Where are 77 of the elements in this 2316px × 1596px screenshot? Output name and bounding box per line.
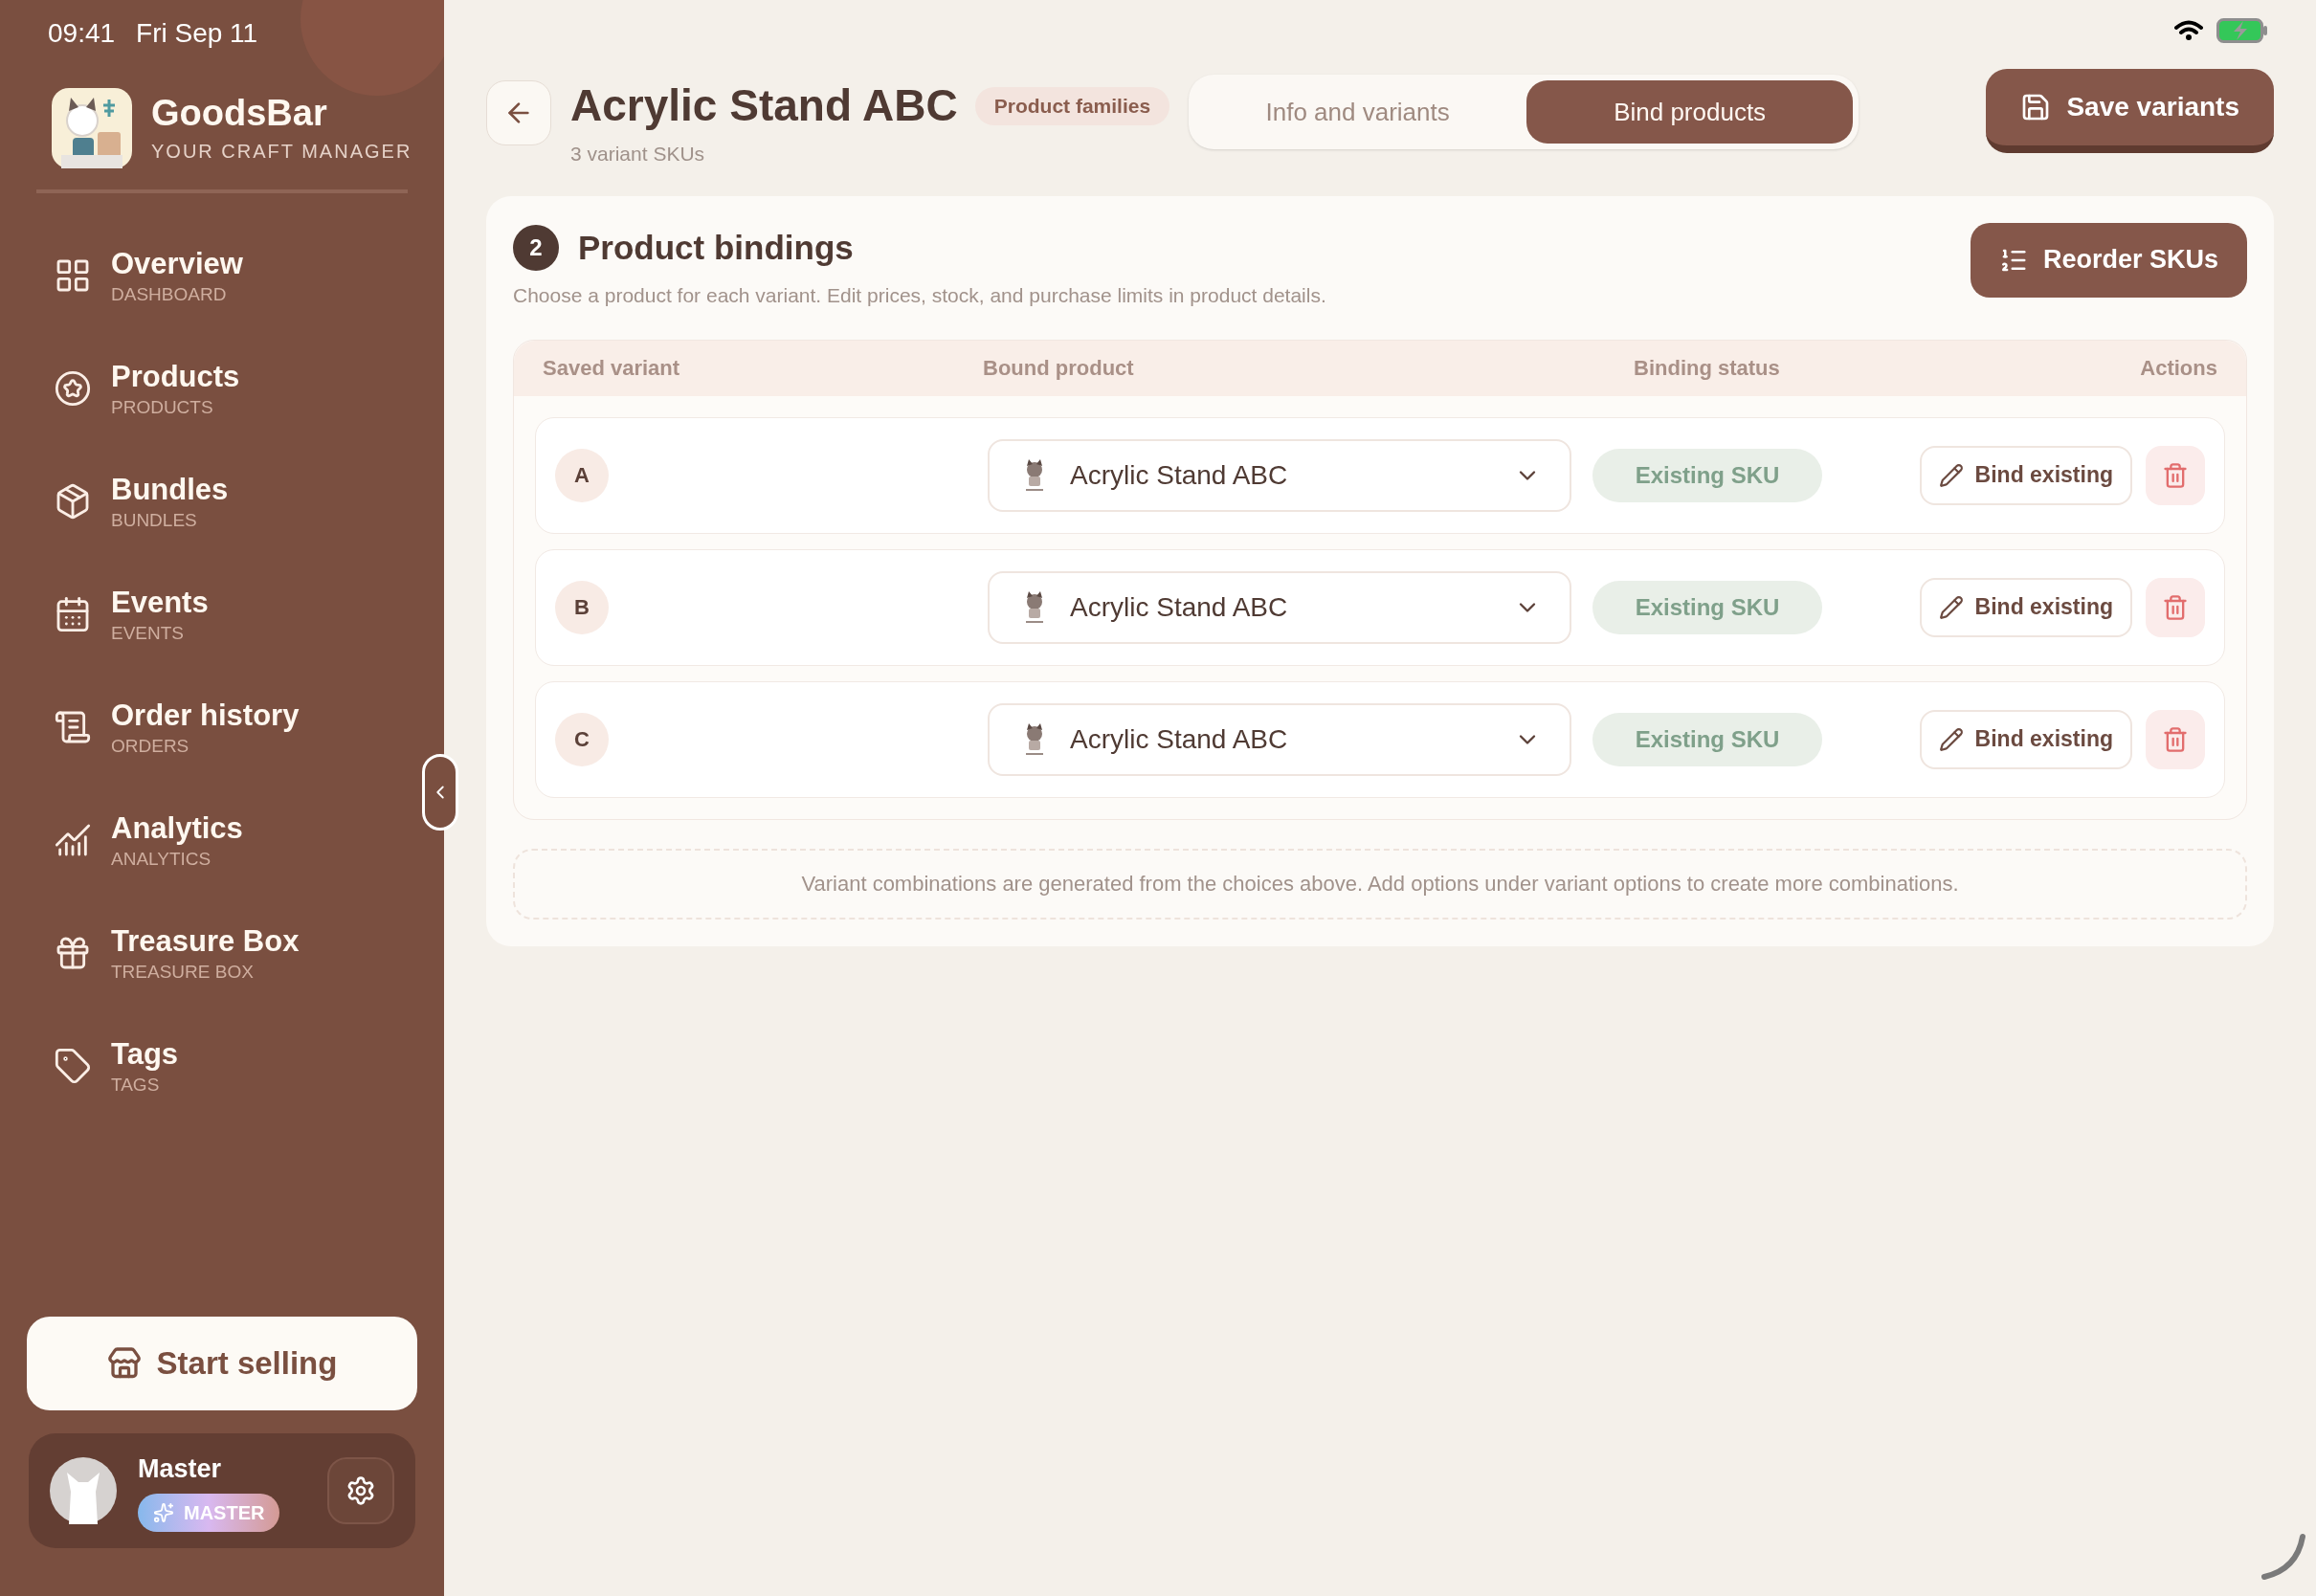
collapse-handle[interactable] <box>422 754 458 831</box>
nav-sublabel: TREASURE BOX <box>111 960 255 984</box>
column-header: Saved variant <box>543 355 680 382</box>
bind-existing-button[interactable]: Bind existing <box>1919 577 2132 637</box>
pencil-icon <box>1938 726 1964 752</box>
delete-button[interactable] <box>2146 445 2205 505</box>
page-subtitle: 3 variant SKUs <box>570 142 706 166</box>
nav-label: Treasure Box <box>111 922 300 960</box>
tag-icon <box>54 1047 92 1085</box>
reorder-skus-button[interactable]: Reorder SKUs <box>1970 222 2247 298</box>
nav-item[interactable]: Bundles BUNDLES <box>54 461 229 542</box>
section-description: Choose a product for each variant. Edit prices, stock, and purchase limits in product details. <box>513 283 1327 308</box>
nav-label: Tags <box>111 1035 179 1073</box>
sparkle-icon <box>153 1502 174 1524</box>
status-pill: Existing SKU <box>1592 712 1822 766</box>
variant-badge: B <box>555 580 609 634</box>
nav-item[interactable]: Products PRODUCTS <box>54 348 240 429</box>
nav-label: Bundles <box>111 471 229 508</box>
column-header: Binding status <box>1634 355 1780 382</box>
brand-tagline: YOUR CRAFT MANAGER <box>151 139 412 164</box>
bind-existing-button[interactable]: Bind existing <box>1919 709 2132 769</box>
nav-item[interactable]: Tags TAGS <box>54 1026 179 1106</box>
pencil-icon <box>1938 594 1964 620</box>
product-select[interactable]: Acrylic Stand ABC <box>988 702 1571 776</box>
product-select[interactable]: Acrylic Stand ABC <box>988 570 1571 644</box>
nav-sublabel: EVENTS <box>111 621 186 645</box>
nav-sublabel: PRODUCTS <box>111 395 214 419</box>
step-number: 2 <box>513 224 559 271</box>
nav-item[interactable]: Events EVENTS <box>54 574 209 654</box>
delete-button[interactable] <box>2146 577 2205 637</box>
nav-sublabel: TAGS <box>111 1073 161 1097</box>
section-title: Product bindings <box>578 227 854 268</box>
column-header: Bound product <box>983 355 1134 382</box>
status-date: Fri Sep 11 <box>136 17 258 50</box>
start-selling-button[interactable]: Start selling <box>27 1317 417 1410</box>
user-name: Master <box>138 1452 223 1485</box>
nav-label: Overview <box>111 245 243 282</box>
bind-existing-button[interactable]: Bind existing <box>1919 445 2132 505</box>
variant-badge: C <box>555 712 609 766</box>
pencil-icon <box>1938 462 1964 488</box>
delete-button[interactable] <box>2146 709 2205 769</box>
nav-sublabel: ORDERS <box>111 734 190 758</box>
battery-icon <box>2216 18 2268 43</box>
info-note: Variant combinations are generated from the choices above. Add options under variant options to create more combinations. <box>513 848 2247 920</box>
nav-label: Order history <box>111 697 300 734</box>
product-select[interactable]: Acrylic Stand ABC <box>988 438 1571 512</box>
nav-label: Analytics <box>111 809 243 847</box>
nav-item[interactable]: Order history ORDERS <box>54 687 300 767</box>
settings-button[interactable] <box>327 1457 394 1524</box>
tab[interactable]: Bind products <box>1526 80 1854 144</box>
corner-arc-icon <box>2259 1533 2308 1583</box>
nav-sublabel: DASHBOARD <box>111 282 228 306</box>
column-header: Actions <box>2140 355 2217 382</box>
avatar <box>50 1457 117 1524</box>
nav-item[interactable]: Treasure Box TREASURE BOX <box>54 913 300 993</box>
nav-label: Events <box>111 584 209 621</box>
page-title: Acrylic Stand ABC <box>570 79 958 132</box>
brand-name: GoodsBar <box>151 92 328 136</box>
variant-badge: A <box>555 448 609 502</box>
nav-item[interactable]: Analytics ANALYTICS <box>54 800 243 880</box>
back-button[interactable] <box>486 80 551 145</box>
status-pill: Existing SKU <box>1592 580 1822 634</box>
nav-item[interactable]: Overview DASHBOARD <box>54 235 243 316</box>
category-badge: Product families <box>974 86 1170 125</box>
role-badge: MASTER <box>138 1494 280 1533</box>
trash-icon <box>2162 461 2189 489</box>
nav-label: Products <box>111 358 240 395</box>
trash-icon <box>2162 725 2189 753</box>
trash-icon <box>2162 593 2189 621</box>
status-pill: Existing SKU <box>1592 448 1822 502</box>
settings-icon <box>345 1475 376 1506</box>
nav-sublabel: ANALYTICS <box>111 847 212 871</box>
nav-sublabel: BUNDLES <box>111 508 198 532</box>
wifi-icon <box>2174 20 2203 41</box>
store-icon <box>106 1346 142 1381</box>
status-time: 09:41 <box>48 17 116 50</box>
save-variants-button[interactable]: Save variants <box>1986 69 2274 153</box>
